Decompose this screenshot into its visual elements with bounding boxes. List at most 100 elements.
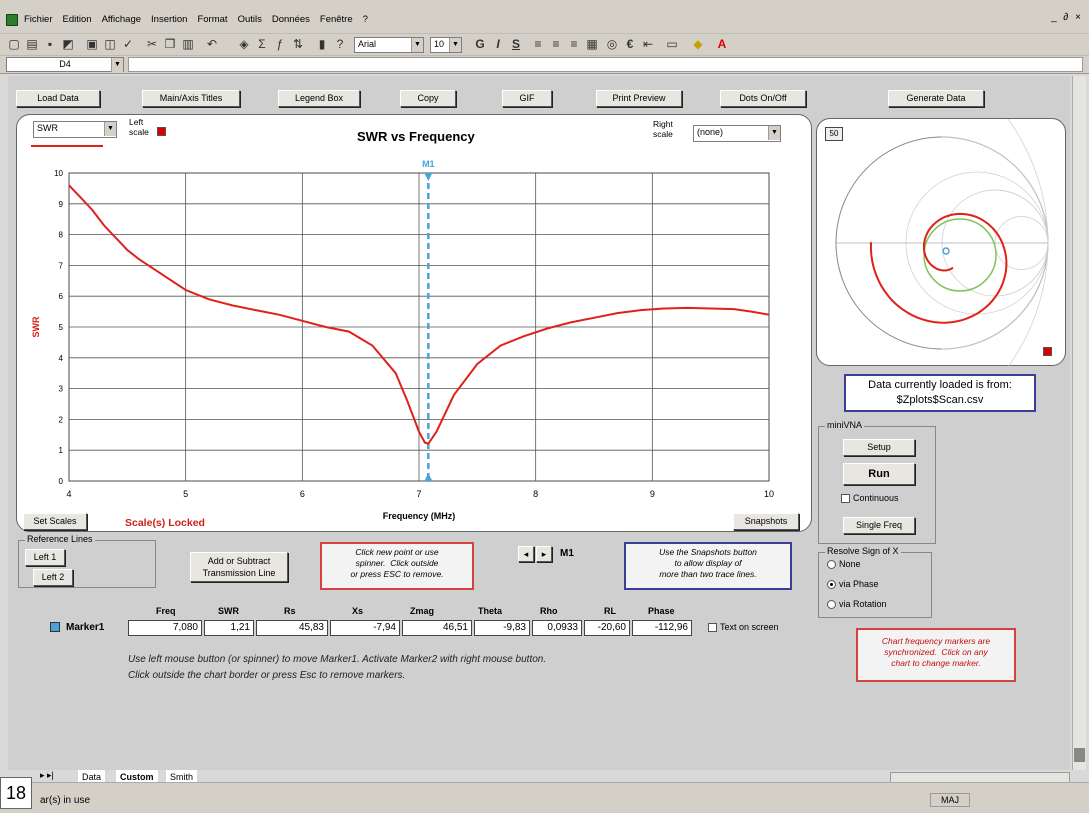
menu-fenetre[interactable]: Fenêtre [320, 14, 353, 25]
font-color-icon[interactable]: A [714, 37, 730, 52]
y-tick-label: 4 [59, 354, 64, 363]
chart-wizard-icon[interactable]: ▮ [314, 37, 330, 52]
left1-button[interactable]: Left 1 [25, 549, 65, 566]
euro-button[interactable]: € [622, 37, 638, 52]
y-axis-label: SWR [31, 316, 41, 337]
col-freq: Freq [156, 606, 176, 616]
undo-icon[interactable]: ↶ [204, 37, 220, 52]
copy-icon[interactable]: ❐ [162, 37, 178, 52]
radio-none[interactable] [827, 560, 836, 570]
dots-toggle-button[interactable]: Dots On/Off [720, 90, 806, 107]
x-tick-label: 7 [416, 489, 421, 499]
resolve-option-none[interactable]: None [827, 559, 861, 570]
indent-icon[interactable]: ⇤ [640, 37, 656, 52]
copy-button[interactable]: Copy [400, 90, 456, 107]
col-zmag: Zmag [410, 606, 435, 616]
legend-box-button[interactable]: Legend Box [278, 90, 360, 107]
caps-indicator: MAJ [930, 793, 970, 807]
smith-trace-indicator[interactable] [1043, 347, 1052, 356]
paste-icon[interactable]: ▥ [180, 37, 196, 52]
titles-button[interactable]: Main/Axis Titles [142, 90, 240, 107]
swr-frequency-chart[interactable]: 0 1 2 3 4 5 6 7 8 9 10 4 5 6 7 8 9 10 SWR Frequency (MHz) M1 [17, 115, 813, 533]
print-preview-button[interactable]: Print Preview [596, 90, 682, 107]
menu-edition[interactable]: Edition [63, 14, 92, 25]
spelling-icon[interactable]: ✓ [120, 37, 136, 52]
snapshots-button[interactable]: Snapshots [733, 513, 799, 530]
menu-format[interactable]: Format [197, 14, 227, 25]
set-scales-button[interactable]: Set Scales [23, 513, 87, 530]
smith-chart[interactable] [817, 119, 1067, 367]
x-tick-label: 4 [66, 489, 71, 499]
continuous-checkbox[interactable] [841, 494, 850, 504]
y-tick-label: 6 [59, 292, 64, 301]
standard-toolbar: ▢ ▤ ▪ ◩ ▣ ◫ ✓ ✂ ❐ ▥ ↶ ◈ Σ ƒ ⇅ ▮ ? Arial … [0, 34, 1089, 56]
swr-chart-panel[interactable]: SWR ▼ Left scale SWR vs Frequency Right … [16, 114, 812, 532]
loaded-file-box: Data currently loaded is from: $Zplots$S… [844, 374, 1036, 412]
chevron-down-icon: ▼ [449, 38, 461, 52]
marker-spinner[interactable]: ◂ ▸ [518, 546, 552, 562]
menu-insertion[interactable]: Insertion [151, 14, 187, 25]
tab-nav-icon[interactable]: ▸ ▸| [40, 770, 54, 781]
font-size-select[interactable]: 10 ▼ [430, 37, 462, 53]
menu-outils[interactable]: Outils [238, 14, 262, 25]
status-bar: 18 ar(s) in use MAJ [0, 777, 1089, 813]
smith-chart-panel[interactable]: 50 [816, 118, 1067, 367]
resolve-option-phase[interactable]: via Phase [827, 579, 879, 590]
underline-button[interactable]: S [508, 37, 524, 52]
merge-icon[interactable]: ▦ [584, 37, 600, 52]
x-tick-label: 8 [533, 489, 538, 499]
text-on-screen-checkbox[interactable] [708, 623, 717, 633]
marker-instruction-note: Click new point or use spinner. Click ou… [320, 542, 474, 590]
next-marker-icon[interactable]: ▸ [536, 546, 552, 562]
scrollbar-thumb[interactable] [1074, 748, 1085, 762]
currency-icon[interactable]: ◎ [604, 37, 620, 52]
open-icon[interactable]: ▤ [24, 37, 40, 52]
save-icon[interactable]: ▪ [42, 37, 58, 52]
align-center-icon[interactable]: ≡ [548, 37, 564, 52]
font-select[interactable]: Arial ▼ [354, 37, 424, 53]
continuous-option[interactable]: Continuous [841, 493, 899, 504]
function-icon[interactable]: ƒ [272, 37, 288, 52]
col-rl: RL [604, 606, 616, 616]
run-button[interactable]: Run [843, 463, 915, 485]
radio-rotation[interactable] [827, 600, 836, 610]
align-right-icon[interactable]: ≡ [566, 37, 582, 52]
bold-button[interactable]: G [472, 37, 488, 52]
left2-button[interactable]: Left 2 [33, 569, 73, 586]
text-on-screen-option[interactable]: Text on screen [708, 622, 779, 633]
vertical-scrollbar[interactable] [1072, 76, 1086, 770]
radio-phase[interactable] [827, 580, 836, 590]
preview-icon[interactable]: ◫ [102, 37, 118, 52]
gif-button[interactable]: GIF [502, 90, 552, 107]
autosum-icon[interactable]: Σ [254, 37, 270, 52]
setup-button[interactable]: Setup [843, 439, 915, 456]
window-controls[interactable]: _ ∂ × [1051, 12, 1083, 23]
single-freq-button[interactable]: Single Freq [843, 517, 915, 534]
resolve-option-rotation[interactable]: via Rotation [827, 599, 887, 610]
cut-icon[interactable]: ✂ [144, 37, 160, 52]
borders-icon[interactable]: ▭ [664, 37, 680, 52]
menu-help[interactable]: ? [363, 14, 368, 25]
menu-affichage[interactable]: Affichage [102, 14, 141, 25]
name-box[interactable]: D4 ▼ [6, 57, 124, 72]
menu-fichier[interactable]: Fichier [24, 14, 53, 25]
sort-icon[interactable]: ⇅ [290, 37, 306, 52]
new-icon[interactable]: ▢ [6, 37, 22, 52]
marker1-color-icon[interactable] [50, 622, 60, 632]
formula-input[interactable] [128, 57, 1083, 72]
hyperlink-icon[interactable]: ◈ [236, 37, 252, 52]
marker1-rho: 0,0933 [532, 620, 582, 636]
menu-donnees[interactable]: Données [272, 14, 310, 25]
generate-data-button[interactable]: Generate Data [888, 90, 984, 107]
marker1-theta: -9,83 [474, 620, 530, 636]
align-left-icon[interactable]: ≡ [530, 37, 546, 52]
fill-color-icon[interactable]: ◆ [690, 37, 706, 52]
add-transmission-line-button[interactable]: Add or Subtract Transmission Line [190, 552, 288, 582]
italic-button[interactable]: I [490, 37, 506, 52]
print-icon[interactable]: ▣ [84, 37, 100, 52]
load-data-button[interactable]: Load Data [16, 90, 100, 107]
prev-marker-icon[interactable]: ◂ [518, 546, 534, 562]
permission-icon[interactable]: ◩ [60, 37, 76, 52]
help-icon[interactable]: ? [332, 37, 348, 52]
marker1-row: Marker1 7,080 1,21 45,83 -7,94 46,51 -9,… [48, 620, 808, 638]
